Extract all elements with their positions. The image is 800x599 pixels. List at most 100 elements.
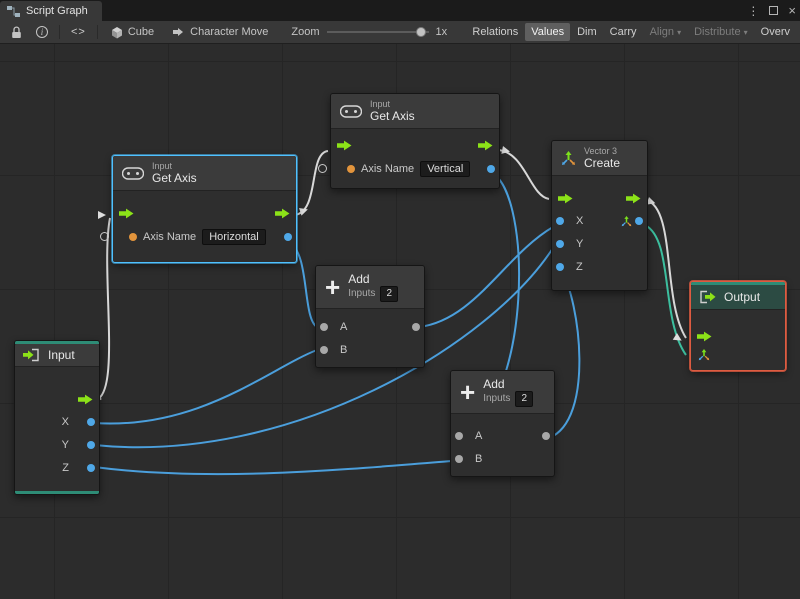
sum-output-port[interactable] — [542, 431, 550, 440]
target-port[interactable] — [318, 164, 327, 173]
result-port[interactable] — [487, 165, 495, 173]
port-row-b: B — [316, 338, 424, 361]
maximize-icon[interactable] — [769, 6, 779, 15]
x-input-port[interactable] — [556, 216, 564, 225]
add-icon: + — [325, 272, 341, 302]
carry-toggle[interactable]: Carry — [604, 23, 643, 41]
axis-name-row: Axis Name Vertical — [318, 156, 499, 182]
breadcrumb-label: Character Move — [190, 26, 269, 38]
breadcrumb-gameobject[interactable]: Cube — [102, 21, 163, 43]
flow-out-port[interactable] — [275, 208, 290, 219]
component-row-z: Z — [552, 255, 647, 278]
node-get-axis-horizontal[interactable]: Input Get Axis Axis Name Horizontal — [100, 155, 297, 263]
close-icon[interactable]: × — [788, 3, 796, 18]
port-label: A — [475, 429, 483, 442]
axis-name-field[interactable]: Vertical — [420, 161, 471, 177]
inputs-label: Inputs — [483, 393, 511, 404]
flow-in-port[interactable] — [119, 208, 134, 219]
dim-toggle[interactable]: Dim — [571, 23, 603, 41]
tab-script-graph[interactable]: Script Graph — [0, 1, 102, 21]
flow-in-port[interactable] — [337, 140, 352, 151]
node-title: Add — [348, 272, 370, 286]
add-icon: + — [460, 377, 476, 407]
lock-icon[interactable] — [4, 21, 29, 43]
node-header: Input Get Axis — [331, 94, 499, 129]
graph-toolbar: i <> Cube Character Move Zoom 1x Relatio… — [0, 21, 800, 44]
relations-toggle[interactable]: Relations — [466, 23, 524, 41]
inputs-count-field[interactable]: 2 — [380, 286, 398, 302]
node-caption: Input — [152, 161, 173, 171]
node-title: Input — [48, 348, 75, 362]
toolbar-toggles: Relations Values Dim Carry Align ▾ Distr… — [466, 23, 796, 41]
node-title: Add — [483, 377, 505, 391]
y-input-port[interactable] — [556, 239, 564, 248]
node-vector3-create[interactable]: Vector 3 Create X Y Z — [551, 140, 648, 291]
toolbar-separator — [59, 25, 60, 39]
flow-out-port[interactable] — [626, 193, 641, 204]
axis-name-port[interactable] — [347, 165, 355, 173]
node-add-1[interactable]: + Add Inputs 2 A B — [315, 265, 425, 368]
node-header: Input — [15, 344, 99, 367]
port-label: B — [475, 452, 483, 465]
inputs-count-field[interactable]: 2 — [515, 391, 533, 407]
flow-port-row — [331, 133, 499, 156]
component-row-y: Y — [552, 232, 647, 255]
node-header: Input Get Axis — [113, 156, 296, 191]
flow-out-port[interactable] — [78, 394, 93, 405]
input-b-port[interactable] — [320, 345, 328, 354]
node-header: + Add Inputs 2 — [451, 371, 554, 414]
vector3-mini-icon — [621, 215, 632, 227]
window-controls: ⋮ × — [747, 0, 796, 21]
input-a-port[interactable] — [455, 431, 463, 440]
node-header: Vector 3 Create — [552, 141, 647, 176]
input-icon — [23, 348, 40, 362]
flow-in-port[interactable] — [697, 331, 712, 342]
axis-name-row: Axis Name Horizontal — [100, 224, 296, 250]
flow-out-port[interactable] — [478, 140, 493, 151]
result-port[interactable] — [284, 233, 292, 241]
axis-name-field[interactable]: Horizontal — [202, 229, 266, 245]
breadcrumb-graph[interactable]: Character Move — [163, 21, 277, 43]
x-output-port[interactable] — [87, 417, 95, 426]
sum-output-port[interactable] — [412, 322, 420, 331]
distribute-dropdown[interactable]: Distribute ▾ — [688, 23, 754, 41]
node-graph-output[interactable]: Output — [690, 281, 786, 371]
z-output-port[interactable] — [87, 463, 95, 472]
component-label: Y — [61, 438, 69, 451]
target-port[interactable] — [100, 232, 109, 241]
tab-title: Script Graph — [26, 5, 88, 17]
vector3-mini-icon[interactable] — [698, 349, 710, 361]
vector3-icon — [561, 150, 576, 166]
axis-name-port[interactable] — [129, 233, 137, 241]
port-label: B — [340, 343, 348, 356]
values-toggle[interactable]: Values — [525, 23, 571, 41]
vector3-output-port[interactable] — [635, 217, 643, 225]
input-a-port[interactable] — [320, 322, 328, 331]
zoom-slider-handle[interactable] — [416, 27, 427, 37]
breadcrumb-label: Cube — [127, 26, 155, 38]
node-get-axis-vertical[interactable]: Input Get Axis Axis Name Vertical — [318, 93, 500, 189]
port-row-b: B — [451, 447, 554, 470]
node-add-2[interactable]: + Add Inputs 2 A B — [450, 370, 555, 477]
chevron-down-icon: ▾ — [677, 28, 682, 37]
flow-in-port[interactable] — [558, 193, 573, 204]
gamepad-icon — [121, 166, 145, 180]
z-input-port[interactable] — [556, 262, 564, 271]
component-label: X — [61, 415, 69, 428]
chevron-down-icon: ▾ — [743, 28, 748, 37]
kebab-menu-icon[interactable]: ⋮ — [747, 4, 759, 18]
node-caption: Vector 3 — [584, 146, 618, 156]
node-caption: Input — [370, 99, 391, 109]
input-b-port[interactable] — [455, 454, 463, 463]
overview-toggle[interactable]: Overv — [755, 23, 796, 41]
info-icon[interactable]: i — [29, 21, 55, 43]
gamepad-icon — [339, 104, 363, 118]
node-title: Get Axis — [152, 171, 197, 185]
inputs-label: Inputs — [348, 288, 376, 299]
align-dropdown[interactable]: Align ▾ — [644, 23, 688, 41]
flow-port-row — [691, 326, 785, 346]
y-output-port[interactable] — [87, 440, 95, 449]
code-view-icon[interactable]: <> — [64, 21, 93, 43]
node-graph-input[interactable]: Input X Y Z — [14, 340, 100, 495]
zoom-slider[interactable] — [326, 26, 429, 38]
